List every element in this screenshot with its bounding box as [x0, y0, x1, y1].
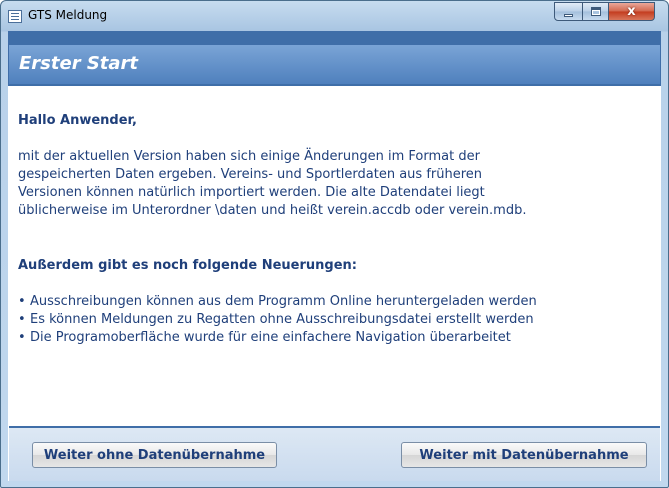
header-bar: Erster Start: [8, 31, 661, 86]
greeting-text: Hallo Anwender,: [18, 113, 137, 128]
paragraph-line: üblicherweise im Unterordner \daten und …: [18, 203, 527, 218]
minimize-icon: [564, 14, 573, 17]
feature-item: • Ausschreibungen können aus dem Programm…: [18, 293, 537, 311]
bullet-icon: •: [18, 330, 26, 345]
message-content: Hallo Anwender, mit der aktuellen Versio…: [9, 86, 660, 426]
close-button[interactable]: x: [608, 2, 655, 21]
continue-with-import-button[interactable]: Weiter mit Datenübernahme: [401, 442, 647, 468]
button-bar: Weiter ohne Datenübernahme Weiter mit Da…: [9, 428, 660, 481]
subheading: Außerdem gibt es noch folgende Neuerunge…: [18, 258, 357, 273]
header-title: Erster Start: [19, 53, 139, 74]
paragraph-line: Versionen können natürlich importiert we…: [18, 185, 485, 200]
dialog-window: GTS Meldung x Erster Start Hallo Anwende…: [0, 0, 669, 488]
window-title: GTS Meldung: [28, 8, 108, 22]
feature-text: Es können Meldungen zu Regatten ohne Aus…: [30, 312, 534, 327]
minimize-button[interactable]: [554, 2, 583, 21]
bullet-icon: •: [18, 294, 26, 309]
continue-without-import-button[interactable]: Weiter ohne Datenübernahme: [32, 442, 277, 468]
info-paragraph: mit der aktuellen Version haben sich ein…: [18, 148, 648, 220]
close-icon: x: [627, 4, 636, 19]
paragraph-line: mit der aktuellen Version haben sich ein…: [18, 149, 480, 164]
maximize-button[interactable]: [582, 2, 609, 21]
feature-list: • Ausschreibungen können aus dem Programm…: [18, 293, 537, 347]
maximize-icon: [591, 7, 601, 16]
app-icon[interactable]: [8, 10, 22, 23]
paragraph-line: gespeicherten Daten ergeben. Vereins- un…: [18, 167, 483, 182]
dialog-client-area: Erster Start Hallo Anwender, mit der akt…: [8, 31, 661, 481]
feature-item: • Die Programoberfläche wurde für eine ei…: [18, 329, 537, 347]
feature-text: Die Programoberfläche wurde für eine ein…: [30, 330, 511, 345]
feature-text: Ausschreibungen können aus dem Programm …: [30, 294, 537, 309]
title-bar[interactable]: GTS Meldung x: [1, 1, 668, 31]
feature-item: • Es können Meldungen zu Regatten ohne Au…: [18, 311, 537, 329]
bullet-icon: •: [18, 312, 26, 327]
